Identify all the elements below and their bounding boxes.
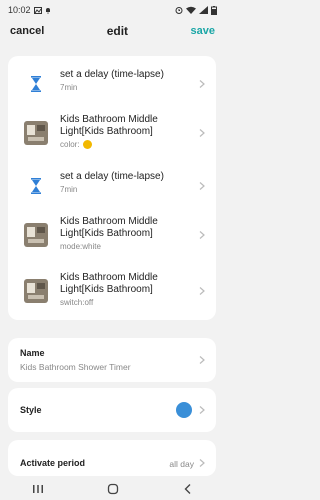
system-nav-bar xyxy=(0,478,225,500)
color-swatch xyxy=(82,140,92,149)
chevron-right-icon xyxy=(199,287,205,295)
save-button[interactable]: save xyxy=(191,25,215,37)
activate-period-label: Activate period xyxy=(20,458,86,468)
step-subtitle: 7min xyxy=(60,185,78,194)
recent-apps-icon[interactable] xyxy=(32,484,44,494)
back-icon[interactable] xyxy=(183,483,193,495)
chevron-right-icon xyxy=(199,231,205,239)
device-thumbnail-icon xyxy=(24,223,48,247)
step-title: Kids Bathroom Middle Light[Kids Bathroom… xyxy=(60,272,158,295)
activate-period-value: all day xyxy=(169,459,194,469)
name-row[interactable]: Name Kids Bathroom Shower Timer xyxy=(8,338,216,382)
cancel-button[interactable]: cancel xyxy=(10,25,44,37)
name-value: Kids Bathroom Shower Timer xyxy=(20,362,131,372)
alarm-icon xyxy=(175,7,183,14)
style-row[interactable]: Style xyxy=(8,388,216,432)
hourglass-icon xyxy=(31,76,41,92)
hourglass-icon xyxy=(31,178,41,194)
home-icon[interactable] xyxy=(107,483,119,495)
step-subtitle: color: xyxy=(60,140,80,149)
gallery-icon xyxy=(33,6,42,14)
notification-icon xyxy=(45,7,50,14)
step-item-delay-2[interactable]: set a delay (time-lapse) 7min xyxy=(8,166,216,206)
status-bar: 10:02 xyxy=(0,0,225,20)
step-title: Kids Bathroom Middle Light[Kids Bathroom… xyxy=(60,216,158,239)
wifi-icon xyxy=(186,6,196,14)
chevron-right-icon xyxy=(199,406,205,414)
step-item-device-2[interactable]: Kids Bathroom Middle Light[Kids Bathroom… xyxy=(8,210,216,260)
step-subtitle: mode:white xyxy=(60,242,101,251)
device-thumbnail-icon xyxy=(24,279,48,303)
style-label: Style xyxy=(20,405,42,415)
page-title: edit xyxy=(106,24,129,38)
name-label: Name xyxy=(20,348,45,358)
step-title: Kids Bathroom Middle Light[Kids Bathroom… xyxy=(60,114,158,137)
battery-icon xyxy=(211,5,217,15)
top-nav: cancel edit save xyxy=(0,20,225,42)
step-title: set a delay (time-lapse) xyxy=(60,69,164,80)
chevron-right-icon xyxy=(199,129,205,137)
style-color-swatch xyxy=(176,402,192,418)
device-thumbnail-icon xyxy=(24,121,48,145)
chevron-right-icon xyxy=(199,459,205,467)
step-subtitle: 7min xyxy=(60,83,78,92)
chevron-right-icon xyxy=(199,356,205,364)
step-item-device-3[interactable]: Kids Bathroom Middle Light[Kids Bathroom… xyxy=(8,266,216,316)
status-time: 10:02 xyxy=(8,5,31,15)
step-item-device-1[interactable]: Kids Bathroom Middle Light[Kids Bathroom… xyxy=(8,108,216,158)
chevron-right-icon xyxy=(199,182,205,190)
signal-icon xyxy=(199,6,208,14)
activate-period-row[interactable]: Activate period all day xyxy=(8,440,216,476)
step-title: set a delay (time-lapse) xyxy=(60,171,164,182)
chevron-right-icon xyxy=(199,80,205,88)
step-subtitle: switch:off xyxy=(60,298,94,307)
step-item-delay-1[interactable]: set a delay (time-lapse) 7min xyxy=(8,64,216,104)
actions-card: set a delay (time-lapse) 7min Kids Bathr… xyxy=(8,56,216,320)
